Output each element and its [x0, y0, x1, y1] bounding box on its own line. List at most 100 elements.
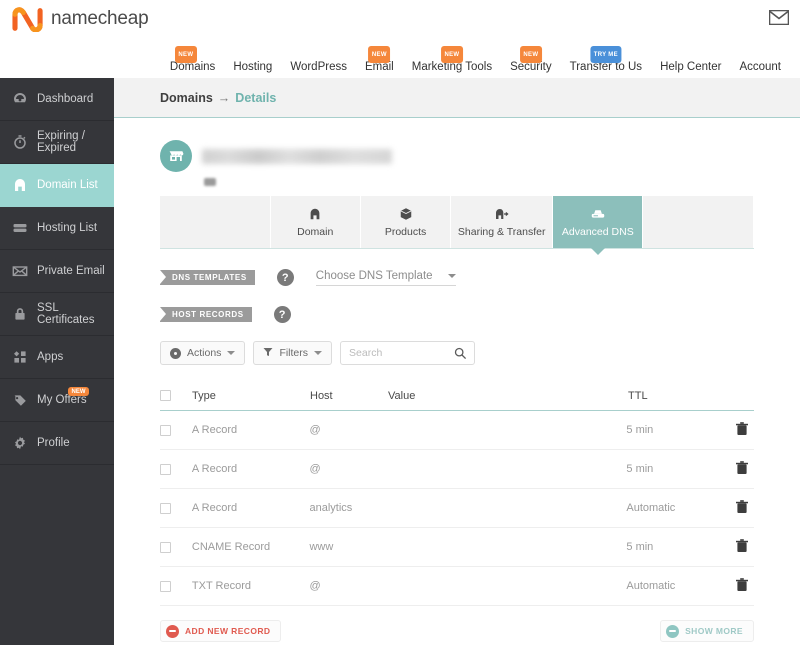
sidebar-item-label: Domain List [37, 179, 98, 191]
chevron-down-circle-icon [666, 624, 680, 638]
cell-delete [736, 421, 754, 439]
select-all-checkbox-cell [160, 390, 192, 401]
table-row[interactable]: A Record @ 5 min [160, 411, 754, 450]
table-footer: ADD NEW RECORD SHOW MORE [160, 620, 754, 645]
envelope-icon[interactable] [768, 8, 790, 26]
sidebar-item-ssl-certificates[interactable]: SSL Certificates [0, 293, 114, 336]
tab-label: Products [384, 226, 427, 238]
sidebar-item-domain-list[interactable]: Domain List [0, 164, 122, 207]
nav-label: Hosting [233, 61, 273, 73]
nav-item-security[interactable]: NEW Security [501, 46, 561, 74]
sidebar-item-hosting-list[interactable]: Hosting List [0, 207, 114, 250]
nav-item-wordpress[interactable]: WordPress [281, 60, 356, 74]
tab-products[interactable]: Products [360, 196, 452, 248]
apps-grid-icon [11, 349, 28, 366]
sidebar-item-dashboard[interactable]: Dashboard [0, 78, 114, 121]
namecheap-dashboard-page: namecheap NEW Domains Hosting WordPress … [0, 0, 800, 645]
table-row[interactable]: A Record analytics Automatic [160, 489, 754, 528]
gear-icon [11, 435, 28, 452]
tab-domain[interactable]: Domain [270, 196, 361, 248]
row-checkbox-cell [160, 541, 192, 553]
dns-server-icon [590, 206, 606, 221]
host-records-help-icon[interactable]: ? [273, 306, 291, 323]
table-row[interactable]: A Record @ 5 min [160, 450, 754, 489]
breadcrumb-current[interactable]: Details [235, 91, 276, 105]
actions-label: Actions [187, 347, 222, 359]
cell-host: @ [309, 580, 321, 592]
stopwatch-icon [11, 134, 28, 151]
dns-template-select[interactable]: Choose DNS Template [315, 269, 456, 286]
row-checkbox[interactable] [160, 502, 171, 514]
sidebar-item-my-offers[interactable]: My Offers NEW [0, 379, 114, 422]
trash-icon[interactable] [736, 421, 749, 439]
nav-item-hosting[interactable]: Hosting [224, 60, 281, 74]
sidebar-item-apps[interactable]: Apps [0, 336, 114, 379]
share-arrow-icon [494, 206, 509, 221]
show-more-label: SHOW MORE [685, 626, 743, 636]
dns-templates-help-icon[interactable]: ? [276, 269, 294, 286]
sidebar-item-expiring-expired[interactable]: Expiring / Expired [0, 121, 114, 164]
add-new-record-button[interactable]: ADD NEW RECORD [160, 620, 282, 642]
cell-host: @ [309, 463, 321, 475]
nav-badge-new: NEW [519, 46, 542, 63]
row-checkbox[interactable] [160, 424, 171, 436]
dns-template-select-value: Choose DNS Template [315, 269, 433, 282]
table-row[interactable]: TXT Record @ Automatic [160, 567, 754, 606]
house-icon [11, 177, 28, 194]
sidebar-item-private-email[interactable]: Private Email [0, 250, 114, 293]
cell-type: A Record [191, 463, 238, 475]
host-records-ribbon: HOST RECORDS [160, 307, 252, 322]
filters-button[interactable]: Filters [253, 341, 333, 365]
tab-label: Domain [297, 226, 334, 238]
nav-item-email[interactable]: NEW Email [356, 46, 403, 74]
nav-item-marketing-tools[interactable]: NEW Marketing Tools [403, 46, 501, 74]
tab-label: Advanced DNS [561, 226, 634, 238]
sidebar-item-profile[interactable]: Profile [0, 422, 114, 465]
domain-name-redacted [202, 148, 392, 164]
search-input[interactable] [349, 347, 455, 359]
cell-delete [736, 499, 754, 517]
sidebar: Dashboard Expiring / Expired Domain List [0, 78, 122, 645]
tab-sharing-transfer[interactable]: Sharing & Transfer [451, 196, 554, 248]
tab-advanced-dns[interactable]: Advanced DNS [553, 196, 644, 255]
server-icon [11, 220, 28, 237]
nav-badge-new: NEW [368, 46, 391, 63]
sidebar-item-label: Profile [37, 437, 70, 449]
cell-type: A Record [191, 424, 238, 436]
nav-item-help-center[interactable]: Help Center [651, 60, 730, 74]
show-more-button[interactable]: SHOW MORE [660, 620, 754, 642]
content-panel: Domain Products Sharing & Transfer Advan… [114, 140, 800, 645]
nav-item-transfer-to-us[interactable]: TRY ME Transfer to Us [561, 46, 651, 74]
trash-icon[interactable] [736, 499, 749, 517]
namecheap-logo[interactable]: namecheap [12, 6, 149, 33]
row-checkbox-cell [160, 502, 192, 514]
speedometer-icon [11, 91, 28, 108]
nav-label: Account [739, 61, 781, 73]
search-icon[interactable] [454, 347, 467, 365]
nav-item-domains[interactable]: NEW Domains [161, 46, 224, 74]
trash-icon[interactable] [736, 538, 749, 556]
row-checkbox-cell [160, 580, 192, 592]
search-box[interactable] [340, 341, 476, 365]
select-all-checkbox[interactable] [160, 390, 171, 401]
trash-icon[interactable] [736, 577, 749, 595]
row-checkbox-cell [160, 463, 192, 475]
trash-icon[interactable] [736, 460, 749, 478]
domain-tabs: Domain Products Sharing & Transfer Advan… [160, 196, 755, 255]
sidebar-item-label: SSL Certificates [37, 302, 95, 326]
row-checkbox-cell [160, 424, 192, 436]
filters-label: Filters [279, 347, 309, 359]
box-icon [399, 206, 413, 221]
actions-button[interactable]: Actions [160, 341, 246, 365]
row-checkbox[interactable] [160, 463, 171, 475]
row-checkbox[interactable] [160, 541, 171, 553]
sidebar-item-label: Hosting List [37, 222, 98, 234]
row-checkbox[interactable] [160, 580, 171, 592]
cell-ttl: 5 min [626, 424, 654, 436]
nav-item-account[interactable]: Account [730, 60, 790, 74]
host-records-table: Type Host Value TTL A Record @ 5 min A R… [160, 381, 754, 645]
table-row[interactable]: CNAME Record www 5 min [160, 528, 754, 567]
breadcrumb-root[interactable]: Domains [160, 91, 213, 105]
chevron-down-icon [227, 351, 236, 355]
top-bar: namecheap [0, 0, 800, 40]
